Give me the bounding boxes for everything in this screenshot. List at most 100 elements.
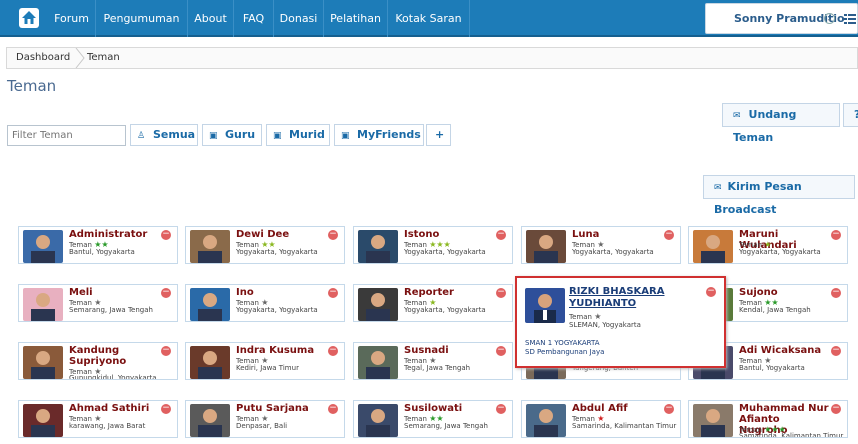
friend-name[interactable]: Dewi Dee (236, 229, 328, 240)
popup-friend-location: SLEMAN, Yogyakarta (569, 321, 641, 329)
avatar (190, 230, 230, 263)
mail-icon: ✉ (714, 183, 722, 193)
remove-friend-icon[interactable]: − (328, 346, 338, 356)
nav-pelatihan[interactable]: Pelatihan (324, 0, 388, 37)
remove-friend-icon[interactable]: − (496, 346, 506, 356)
remove-friend-icon[interactable]: − (831, 346, 841, 356)
nav-kotak-saran[interactable]: Kotak Saran (388, 0, 470, 37)
friend-name[interactable]: Susilowati (404, 403, 496, 414)
avatar (23, 230, 63, 263)
popup-school: SD Pembangunan Jaya (525, 348, 605, 356)
remove-friend-icon[interactable]: − (496, 404, 506, 414)
friend-card[interactable]: Meli Teman ★ Semarang, Jawa Tengah − (18, 284, 178, 322)
add-tab-button[interactable]: + (426, 124, 451, 146)
avatar (23, 404, 63, 437)
friend-card[interactable]: Luna Teman ★ Yogyakarta, Yogyakarta − (521, 226, 681, 264)
remove-friend-icon[interactable]: − (706, 287, 716, 297)
help-button[interactable]: ? (843, 103, 858, 127)
avatar (526, 230, 566, 263)
friend-location: Bantul, Yogyakarta (69, 248, 135, 256)
breadcrumb: Dashboard Teman (6, 47, 858, 69)
tab-semua[interactable]: ♙ Semua (130, 124, 198, 146)
friend-card[interactable]: Ahmad Sathiri Teman ★ karawang, Jawa Barat… (18, 400, 178, 438)
friend-card[interactable]: Indra Kusuma Teman ★ Kediri, Jawa Timur − (185, 342, 345, 380)
tab-myfriends[interactable]: ▣ MyFriends (334, 124, 424, 146)
friend-name[interactable]: Indra Kusuma (236, 345, 328, 356)
friend-name[interactable]: Ino (236, 287, 328, 298)
list-icon: ▣ (209, 131, 218, 141)
avatar (693, 404, 733, 437)
breadcrumb-dashboard[interactable]: Dashboard (16, 52, 70, 63)
nav-faq[interactable]: FAQ (234, 0, 274, 37)
remove-friend-icon[interactable]: − (161, 230, 171, 240)
friend-name[interactable]: Sujono (739, 287, 831, 298)
home-logo-icon[interactable] (19, 8, 39, 28)
friend-card[interactable]: Ino Teman ★ Yogyakarta, Yogyakarta − (185, 284, 345, 322)
avatar (23, 288, 63, 321)
friend-card[interactable]: Abdul Afif Teman ★ Samarinda, Kalimantan T… (521, 400, 681, 438)
avatar (358, 230, 398, 263)
friend-location: karawang, Jawa Barat (69, 422, 146, 430)
friend-location: Denpasar, Bali (236, 422, 288, 430)
friend-card[interactable]: Administrator Teman ★★ Bantul, Yogyakarta − (18, 226, 178, 264)
remove-friend-icon[interactable]: − (161, 404, 171, 414)
friend-location: Yogyakarta, Yogyakarta (404, 306, 486, 314)
tab-label: Murid (289, 128, 325, 141)
broadcast-message-button[interactable]: ✉ Kirim Pesan Broadcast (703, 175, 855, 216)
button-label: Kirim Pesan Broadcast (714, 180, 802, 216)
invite-friend-button[interactable]: ✉ Undang Teman (722, 103, 840, 144)
friend-card[interactable]: Putu Sarjana Teman ★ Denpasar, Bali − (185, 400, 345, 438)
friend-card[interactable]: Maruni Wulandari Teman ★ Yogyakarta, Yogya… (688, 226, 848, 264)
friend-card[interactable]: Susnadi Teman ★ Tegal, Jawa Tengah − (353, 342, 513, 380)
tab-murid[interactable]: ▣ Murid (266, 124, 330, 146)
friend-name[interactable]: Kandung Supriyono (69, 345, 161, 367)
page-title: Teman (7, 77, 57, 95)
star-icon: ★ (594, 312, 602, 321)
remove-friend-icon[interactable]: − (831, 288, 841, 298)
role-label: Teman (569, 313, 592, 321)
friend-detail-popup[interactable]: RIZKI BHASKARA YUDHIANTO Teman ★ SLEMAN,… (515, 276, 726, 368)
friend-name[interactable]: Meli (69, 287, 161, 298)
filter-input[interactable] (7, 125, 126, 146)
remove-friend-icon[interactable]: − (831, 404, 841, 414)
menu-icon[interactable] (844, 14, 856, 24)
friend-name[interactable]: Administrator (69, 229, 161, 240)
tab-guru[interactable]: ▣ Guru (202, 124, 262, 146)
friend-card[interactable]: Reporter Teman ★ Yogyakarta, Yogyakarta − (353, 284, 513, 322)
remove-friend-icon[interactable]: − (496, 230, 506, 240)
remove-friend-icon[interactable]: − (664, 404, 674, 414)
friend-name[interactable]: Luna (572, 229, 664, 240)
friend-card[interactable]: Istono Teman ★★★ Yogyakarta, Yogyakarta − (353, 226, 513, 264)
friend-name[interactable]: Ahmad Sathiri (69, 403, 161, 414)
friend-name[interactable]: Abdul Afif (572, 403, 664, 414)
friend-card[interactable]: Muhammad Nur Afianto Nugroho Teman ★★★ Sam… (688, 400, 848, 438)
remove-friend-icon[interactable]: − (496, 288, 506, 298)
avatar (525, 288, 565, 323)
chevron-down-icon[interactable]: ⌄ (824, 13, 835, 24)
remove-friend-icon[interactable]: − (328, 404, 338, 414)
nav-about[interactable]: About (188, 0, 234, 37)
friend-card[interactable]: Kandung Supriyono Teman ★ Gunungkidul, Yog… (18, 342, 178, 380)
popup-friend-name[interactable]: RIZKI BHASKARA YUDHIANTO (569, 286, 709, 310)
button-label: ? (854, 108, 858, 121)
remove-friend-icon[interactable]: − (161, 288, 171, 298)
remove-friend-icon[interactable]: − (161, 346, 171, 356)
remove-friend-icon[interactable]: − (328, 288, 338, 298)
user-menu[interactable]: Sonny Pramuditio ⌄ (705, 3, 858, 34)
nav-donasi[interactable]: Donasi (274, 0, 324, 37)
nav-pengumuman[interactable]: Pengumuman (96, 0, 188, 37)
friend-card[interactable]: Susilowati Teman ★★ Semarang, Jawa Tengah − (353, 400, 513, 438)
remove-friend-icon[interactable]: − (664, 230, 674, 240)
friend-name[interactable]: Susnadi (404, 345, 496, 356)
friend-name[interactable]: Putu Sarjana (236, 403, 328, 414)
friend-location: Yogyakarta, Yogyakarta (404, 248, 486, 256)
popup-school: SMAN 1 YOGYAKARTA (525, 339, 600, 347)
nav-forum[interactable]: Forum (48, 0, 96, 37)
friend-name[interactable]: Istono (404, 229, 496, 240)
friend-name[interactable]: Adi Wicaksana (739, 345, 831, 356)
remove-friend-icon[interactable]: − (328, 230, 338, 240)
tab-label: Semua (153, 128, 196, 141)
friend-card[interactable]: Dewi Dee Teman ★★ Yogyakarta, Yogyakarta − (185, 226, 345, 264)
friend-name[interactable]: Reporter (404, 287, 496, 298)
remove-friend-icon[interactable]: − (831, 230, 841, 240)
